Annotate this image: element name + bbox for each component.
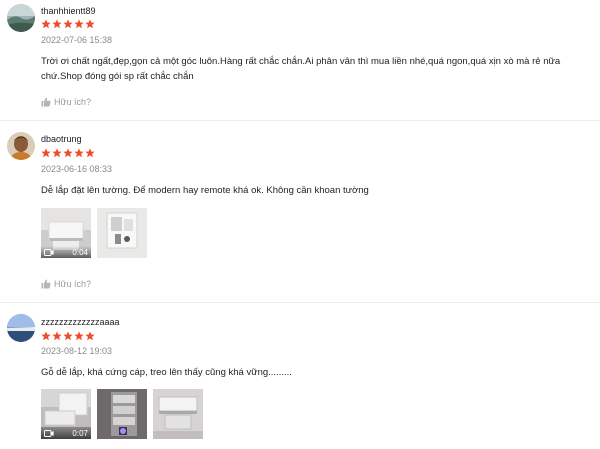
video-duration: 0:07: [72, 428, 88, 438]
review-comment: Gỗ dễ lắp, khá cứng cáp, treo lên thấy c…: [41, 367, 292, 378]
reviewer-username[interactable]: zzzzzzzzzzzzzaaaa: [41, 317, 120, 327]
star-icon: [74, 148, 84, 158]
star-icon: [41, 148, 51, 158]
rating-stars: [41, 19, 95, 29]
star-icon: [85, 19, 95, 29]
video-overlay: 0:07: [41, 427, 91, 439]
star-icon: [41, 19, 51, 29]
video-duration: 0:04: [72, 247, 88, 257]
review-date: 2023-08-12 19:03: [41, 346, 113, 356]
thumbs-up-icon: [41, 97, 51, 107]
rating-stars: [41, 148, 95, 158]
star-icon: [74, 331, 84, 341]
star-icon: [63, 331, 73, 341]
review-date: 2022-07-06 15:38: [41, 35, 113, 45]
helpful-button[interactable]: Hữu ích?: [41, 97, 91, 107]
avatar[interactable]: [7, 314, 35, 342]
review-comment: Dễ lắp đặt lên tường. Để modern hay remo…: [41, 185, 369, 196]
thumbs-up-icon: [41, 279, 51, 289]
reviewer-username[interactable]: dbaotrung: [41, 134, 82, 144]
review-image-thumbnail[interactable]: [153, 389, 203, 439]
star-icon: [63, 19, 73, 29]
review-image-thumbnail[interactable]: [97, 389, 147, 439]
star-icon: [63, 148, 73, 158]
review-divider: [0, 302, 600, 303]
review-video-thumbnail[interactable]: 0:07: [41, 389, 91, 439]
review-date: 2023-06-16 08:33: [41, 164, 113, 174]
review-video-thumbnail[interactable]: 0:04: [41, 208, 91, 258]
review-media: 0:07: [41, 389, 203, 439]
avatar[interactable]: [7, 4, 35, 32]
helpful-label: Hữu ích?: [54, 97, 92, 107]
star-icon: [85, 331, 95, 341]
video-camera-icon: [44, 248, 54, 256]
review-divider: [0, 120, 600, 121]
star-icon: [52, 148, 62, 158]
helpful-button[interactable]: Hữu ích?: [41, 279, 91, 289]
star-icon: [41, 331, 51, 341]
star-icon: [85, 148, 95, 158]
rating-stars: [41, 331, 95, 341]
star-icon: [74, 19, 84, 29]
video-overlay: 0:04: [41, 246, 91, 258]
avatar[interactable]: [7, 132, 35, 160]
star-icon: [52, 331, 62, 341]
video-camera-icon: [44, 429, 54, 437]
review-media: 0:04: [41, 208, 147, 258]
review-comment: Trời ơi chất ngất,đẹp,gọn cả một góc luô…: [41, 56, 561, 82]
review-image-thumbnail[interactable]: [97, 208, 147, 258]
helpful-label: Hữu ích?: [54, 279, 92, 289]
reviewer-username[interactable]: thanhhientt89: [41, 6, 96, 16]
star-icon: [52, 19, 62, 29]
